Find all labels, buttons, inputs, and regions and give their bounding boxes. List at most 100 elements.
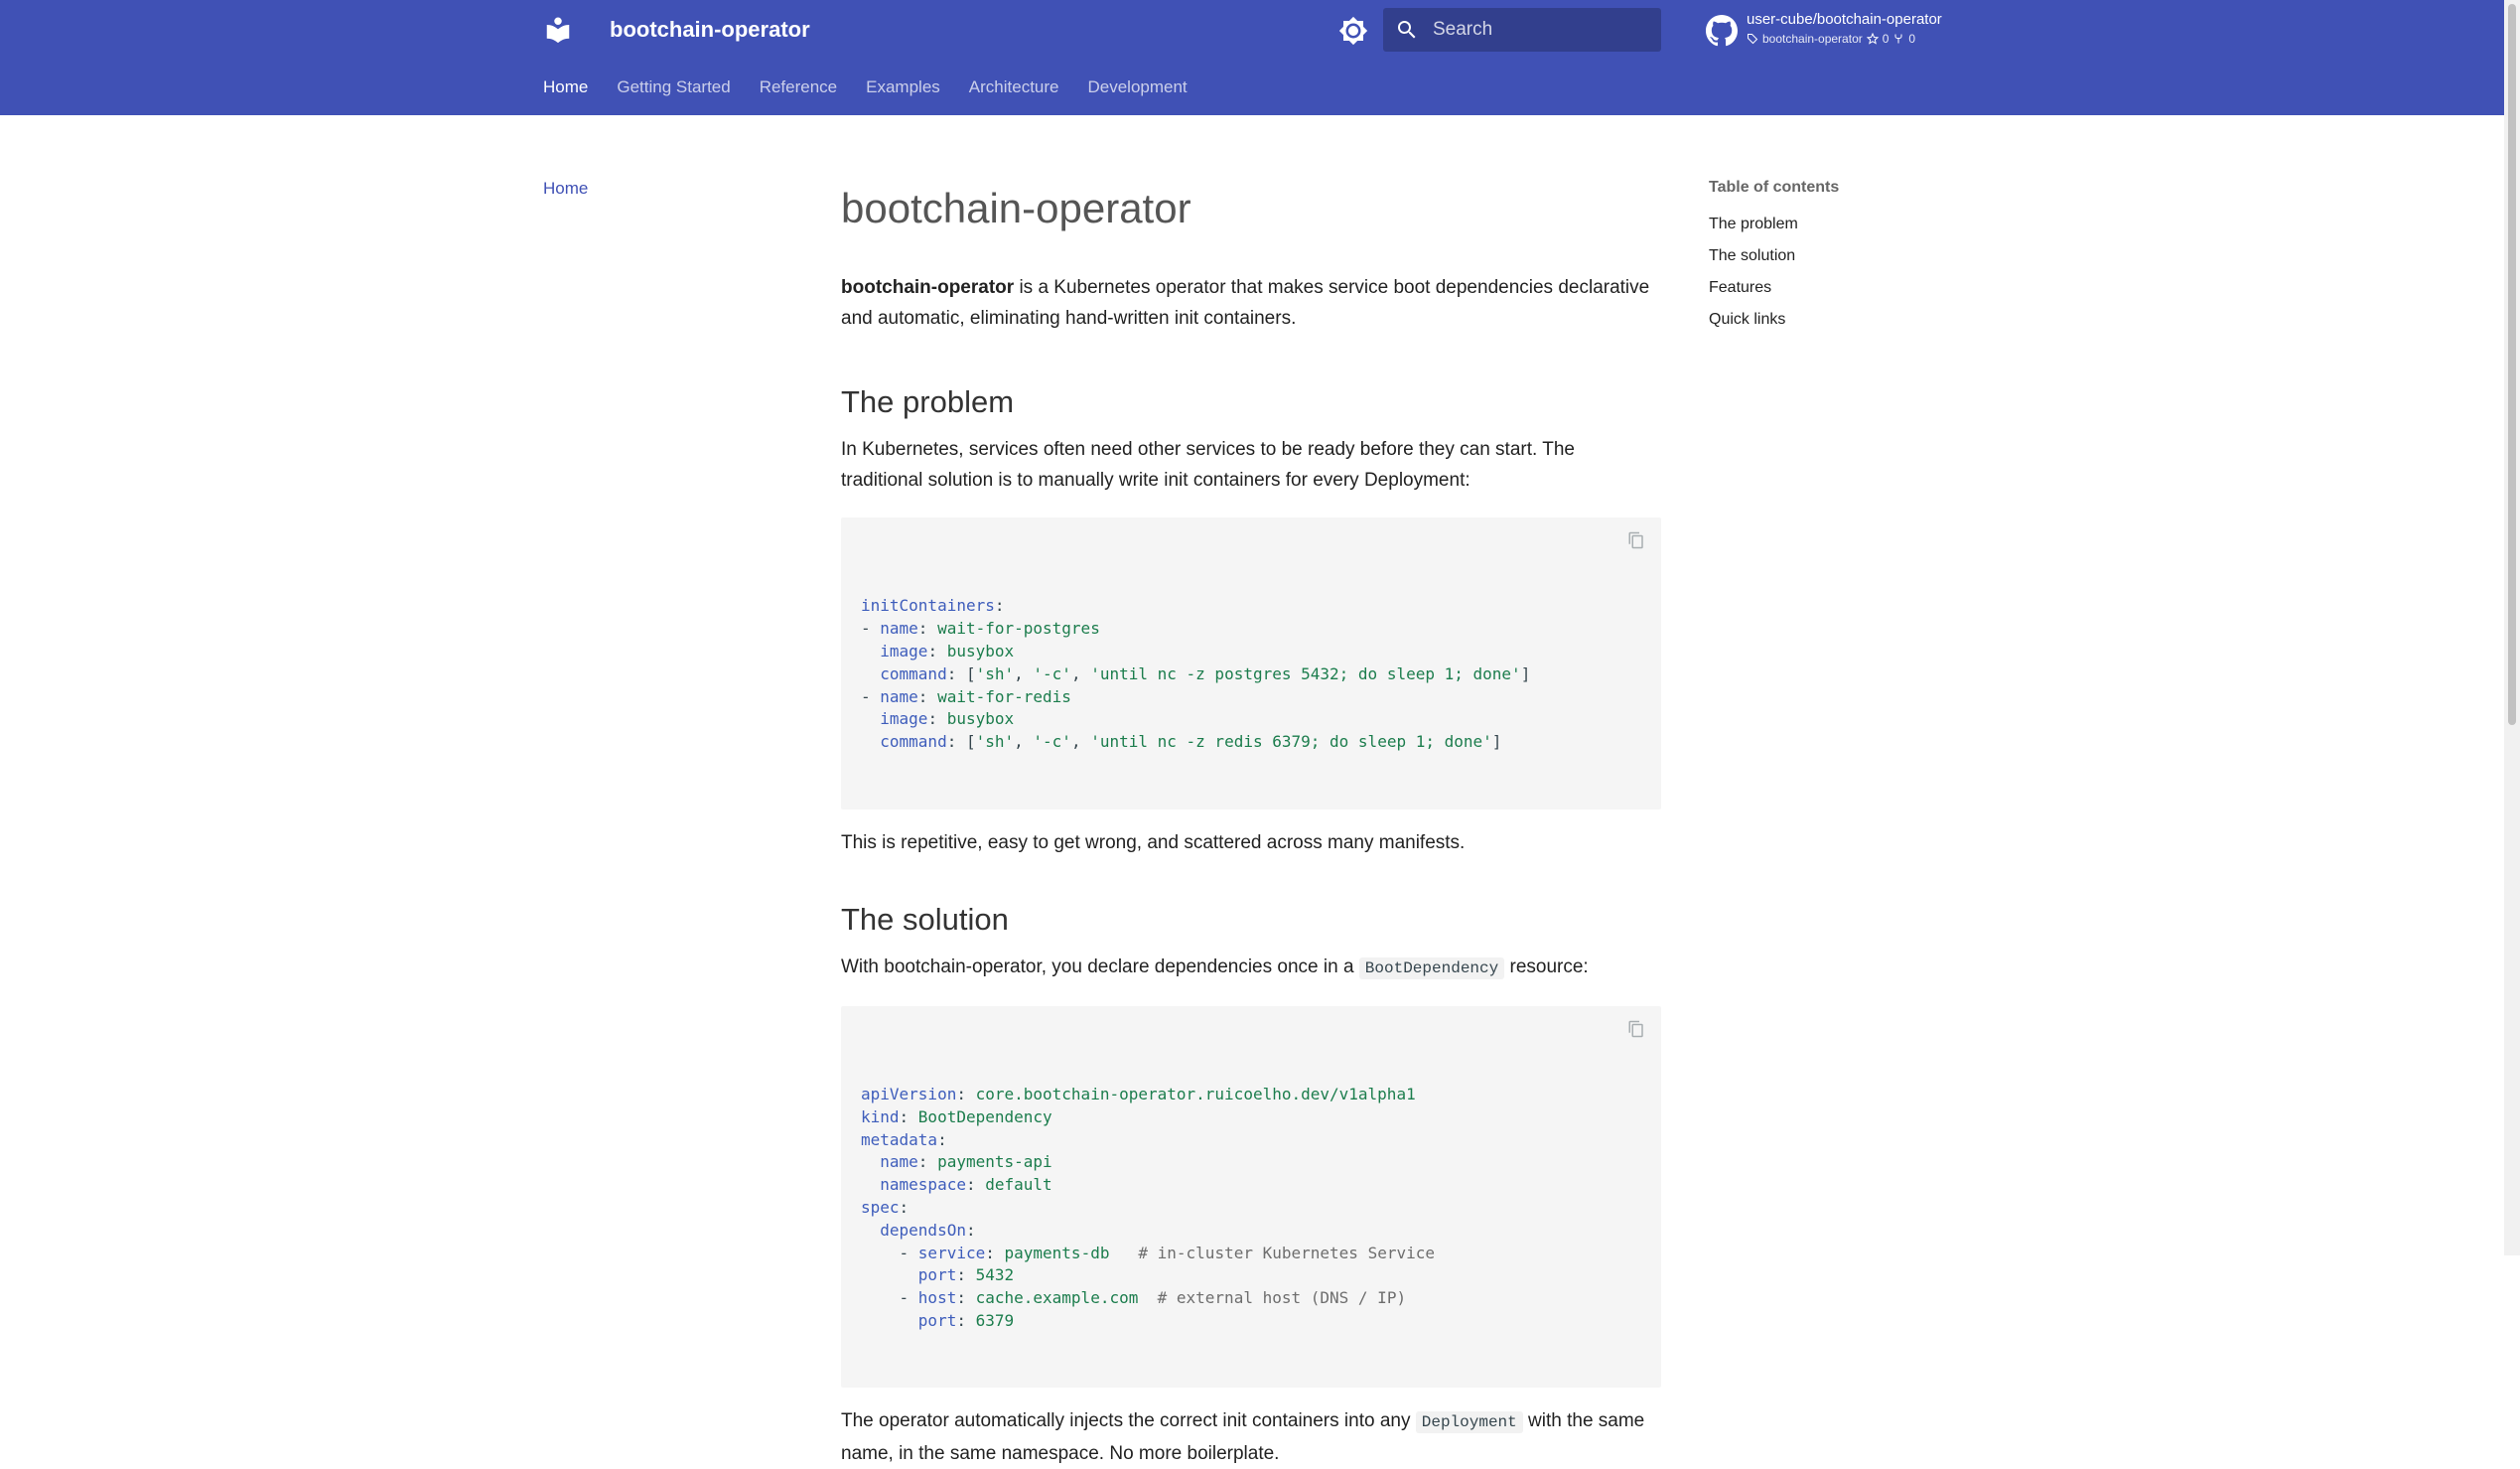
code-lines: initContainers: - name: wait-for-postgres… [861, 595, 1641, 754]
header: bootchain-operator user-cube/bootchain-o… [0, 0, 2504, 115]
code-token: image [880, 709, 928, 729]
code-lines: apiVersion: core.bootchain-operator.ruic… [861, 1084, 1641, 1333]
search-box[interactable] [1383, 8, 1661, 52]
code-token: name [880, 619, 918, 639]
code-token: : [927, 709, 947, 729]
code-token: default [985, 1175, 1052, 1195]
code-token: # external host (DNS / IP) [1157, 1288, 1407, 1308]
code-token: apiVersion [861, 1084, 957, 1103]
tab-home[interactable]: Home [543, 75, 588, 101]
code-token: : [ [946, 732, 976, 752]
code-token: , [1014, 663, 1034, 683]
intro-paragraph: bootchain-operator is a Kubernetes opera… [841, 272, 1661, 334]
tab-development[interactable]: Development [1087, 75, 1187, 101]
repo-forks: 0 [1908, 32, 1916, 46]
code-token: payments-db [1004, 1243, 1110, 1262]
code-token: service [917, 1243, 986, 1262]
code-token: port [917, 1310, 957, 1330]
tab-architecture[interactable]: Architecture [969, 75, 1059, 101]
code-token: : [956, 1288, 976, 1308]
code-token: , [1014, 732, 1034, 752]
code-token: port [917, 1265, 957, 1285]
copy-icon[interactable] [1627, 531, 1645, 549]
code-token: cache.example.com [975, 1288, 1139, 1308]
code-token: metadata [861, 1129, 938, 1149]
code-token: busybox [946, 641, 1015, 661]
code-line: image: busybox [861, 641, 1641, 663]
code-line: name: payments-api [861, 1151, 1641, 1174]
scrollbar-thumb[interactable] [2508, 4, 2516, 725]
search-input[interactable] [1433, 8, 1651, 52]
code-token: core.bootchain-operator.ruicoelho.dev/v1… [975, 1084, 1416, 1103]
code-line: port: 6379 [861, 1310, 1641, 1333]
code-token: command [880, 663, 947, 683]
code-line: command: ['sh', '-c', 'until nc -z postg… [861, 663, 1641, 686]
logo-book-icon[interactable] [543, 15, 573, 45]
code-token: : [937, 1129, 947, 1149]
repo-link[interactable]: user-cube/bootchain-operator bootchain-o… [1706, 9, 1954, 53]
repo-name: user-cube/bootchain-operator [1747, 11, 1942, 28]
heading-the-problem: The problem [841, 384, 1015, 419]
github-icon [1706, 15, 1738, 47]
code-token: : [899, 1106, 918, 1126]
code-block-init-containers[interactable]: initContainers: - name: wait-for-postgres… [841, 517, 1661, 809]
code-line: apiVersion: core.bootchain-operator.ruic… [861, 1084, 1641, 1106]
tab-reference[interactable]: Reference [760, 75, 837, 101]
code-token: name [880, 1152, 918, 1172]
code-token: : [965, 1175, 986, 1195]
toc-item-features[interactable]: Features [1709, 272, 1947, 304]
code-token: initContainers [861, 596, 995, 616]
code-token: '-c' [1033, 663, 1071, 683]
repo-stars: 0 [1882, 32, 1890, 46]
code-token: : [956, 1265, 976, 1285]
problem-after-paragraph: This is repetitive, easy to get wrong, a… [841, 831, 1466, 853]
nav-tabs: Home Getting Started Reference Examples … [543, 75, 1188, 101]
code-token: - [861, 1243, 918, 1262]
code-token: : [917, 619, 938, 639]
inline-code-deployment: Deployment [1415, 1411, 1523, 1434]
toc-item-quick-links[interactable]: Quick links [1709, 304, 1947, 336]
code-token: 6379 [975, 1310, 1015, 1330]
code-token: image [880, 641, 928, 661]
toc-item-the-problem[interactable]: The problem [1709, 209, 1947, 240]
theme-toggle-icon[interactable] [1338, 16, 1368, 46]
code-token: : [ [946, 663, 976, 683]
code-block-bootdependency[interactable]: apiVersion: core.bootchain-operator.ruic… [841, 1005, 1661, 1389]
code-token: namespace [880, 1175, 966, 1195]
solution-text-after: resource: [1504, 955, 1589, 977]
toc-item-the-solution[interactable]: The solution [1709, 240, 1947, 272]
toc-title: Table of contents [1709, 179, 1840, 196]
code-token: ] [1520, 663, 1531, 683]
code-token: 'until nc -z postgres 5432; do sleep 1; … [1090, 663, 1521, 683]
tab-getting-started[interactable]: Getting Started [617, 75, 730, 101]
table-of-contents: Table of contents The problem The soluti… [1709, 179, 1947, 336]
code-token: wait-for-redis [937, 686, 1071, 706]
code-line: - name: wait-for-postgres [861, 618, 1641, 641]
code-token: - [861, 1288, 918, 1308]
intro-bold: bootchain-operator [841, 277, 1015, 298]
operator-text-before: The operator automatically injects the c… [841, 1410, 1416, 1432]
code-token: 'sh' [975, 732, 1015, 752]
code-line: port: 5432 [861, 1264, 1641, 1287]
star-icon [1866, 33, 1879, 45]
code-line: - host: cache.example.com # external hos… [861, 1287, 1641, 1310]
code-token: , [1070, 732, 1091, 752]
code-token: 'sh' [975, 663, 1015, 683]
fork-icon [1894, 34, 1902, 44]
code-token: : [899, 1197, 910, 1217]
sidebar-item-home[interactable]: Home [543, 179, 588, 199]
problem-paragraph: In Kubernetes, services often need other… [841, 439, 1575, 491]
copy-icon[interactable] [1627, 1020, 1645, 1038]
code-token: # in-cluster Kubernetes Service [1138, 1243, 1435, 1262]
code-line: spec: [861, 1197, 1641, 1220]
scrollbar[interactable] [2504, 0, 2520, 1255]
code-token: , [1070, 663, 1091, 683]
site-title[interactable]: bootchain-operator [610, 14, 810, 46]
tab-examples[interactable]: Examples [866, 75, 940, 101]
